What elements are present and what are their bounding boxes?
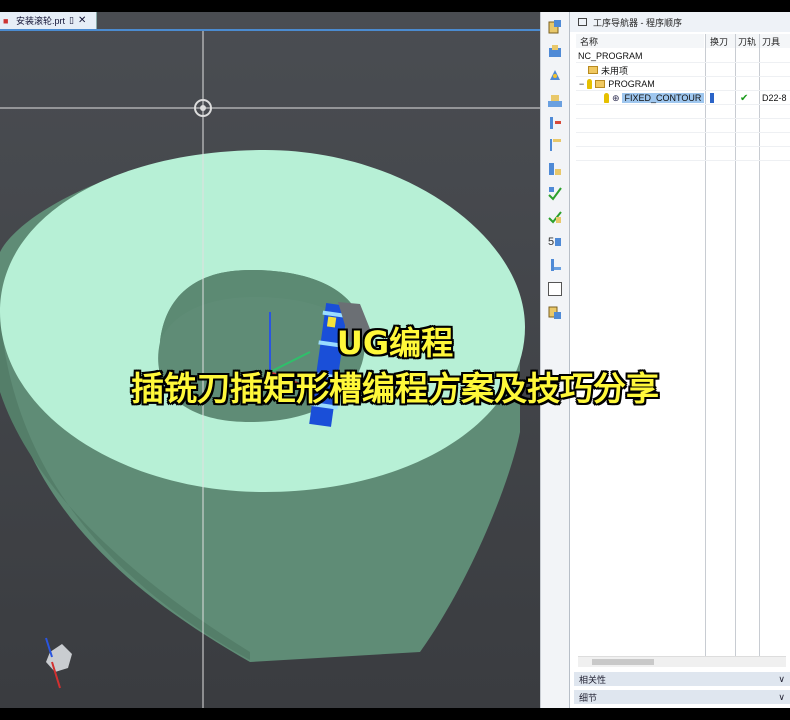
horizontal-scrollbar[interactable]: [578, 656, 786, 667]
machine-icon[interactable]: [546, 92, 564, 110]
tree-item-label: NC_PROGRAM: [578, 51, 643, 61]
path-status-check-icon: ✔: [740, 92, 749, 104]
blank-icon[interactable]: [546, 280, 564, 298]
column-header-tool[interactable]: 刀具: [760, 34, 790, 48]
folder-icon: [588, 66, 598, 74]
tab-strip-underline: [0, 29, 540, 31]
window-icon: [578, 18, 587, 26]
navigator-title-bar: 工序导航器 - 程序顺序: [570, 12, 790, 32]
tool-change-indicator: [710, 91, 714, 105]
machine-tool-icon[interactable]: [546, 136, 564, 154]
scrollbar-thumb[interactable]: [592, 659, 654, 665]
panel-label: 相关性: [579, 674, 607, 685]
contour-operation-icon: ⊕: [612, 92, 620, 103]
verify-icon[interactable]: [546, 208, 564, 226]
method-view-icon[interactable]: [546, 184, 564, 202]
document-icon: ▯: [69, 15, 74, 25]
tree-item-nc-program[interactable]: NC_PROGRAM: [578, 49, 643, 63]
tool-icon[interactable]: [546, 256, 564, 274]
crosshair-center: [200, 105, 206, 111]
tree-item-label: FIXED_CONTOUR: [621, 93, 705, 103]
row-divider: [576, 132, 790, 133]
panel-dependencies[interactable]: 相关性 ∨: [574, 672, 790, 686]
svg-text:5: 5: [548, 236, 554, 248]
navigator-title: 工序导航器 - 程序顺序: [593, 17, 682, 28]
operation-status-icon: [604, 93, 609, 103]
collapse-icon[interactable]: −: [579, 79, 584, 89]
column-header-path[interactable]: 刀轨: [736, 34, 760, 48]
bottom-edge: [0, 708, 790, 720]
document-tab[interactable]: ■ 安装滚轮.prt ▯ ✕: [0, 12, 97, 29]
triad-z-axis: [45, 637, 53, 658]
document-tab-label: 安装滚轮.prt: [16, 16, 66, 26]
folder-icon: [595, 80, 606, 88]
chevron-down-icon[interactable]: ∨: [778, 692, 785, 703]
column-header-tool-change[interactable]: 换刀: [706, 34, 736, 48]
tool-change-icon: [710, 93, 714, 103]
panel-details[interactable]: 细节 ∨: [574, 690, 790, 704]
row-divider: [576, 160, 790, 161]
geometry-view-icon[interactable]: [546, 160, 564, 178]
chevron-down-icon[interactable]: ∨: [778, 674, 785, 685]
library-icon[interactable]: 5: [546, 232, 564, 250]
part-file-icon: ■: [3, 15, 9, 26]
close-icon[interactable]: ✕: [78, 15, 86, 26]
tree-item-fixed-contour[interactable]: ⊕ FIXED_CONTOUR: [604, 91, 705, 105]
constraint-icon[interactable]: [546, 66, 564, 84]
assembly-icon[interactable]: [546, 42, 564, 60]
panel-label: 细节: [579, 692, 598, 703]
tree-item-program[interactable]: − PROGRAM: [579, 77, 655, 91]
tree-item-unused[interactable]: 未用项: [588, 63, 628, 77]
caption-title: UG编程: [336, 324, 454, 362]
program-order-icon[interactable]: [546, 114, 564, 132]
row-divider: [576, 146, 790, 147]
part-navigator-icon[interactable]: [546, 18, 564, 36]
tool-name-cell: D22-8: [762, 93, 787, 103]
column-header-name[interactable]: 名称: [576, 34, 704, 48]
top-edge: [0, 0, 790, 12]
tree-item-label: PROGRAM: [608, 79, 655, 89]
caption-subtitle: 插铣刀插矩形槽编程方案及技巧分享: [131, 369, 659, 408]
row-divider: [576, 118, 790, 119]
tree-item-label: 未用项: [601, 65, 629, 76]
program-status-icon: [587, 79, 593, 89]
